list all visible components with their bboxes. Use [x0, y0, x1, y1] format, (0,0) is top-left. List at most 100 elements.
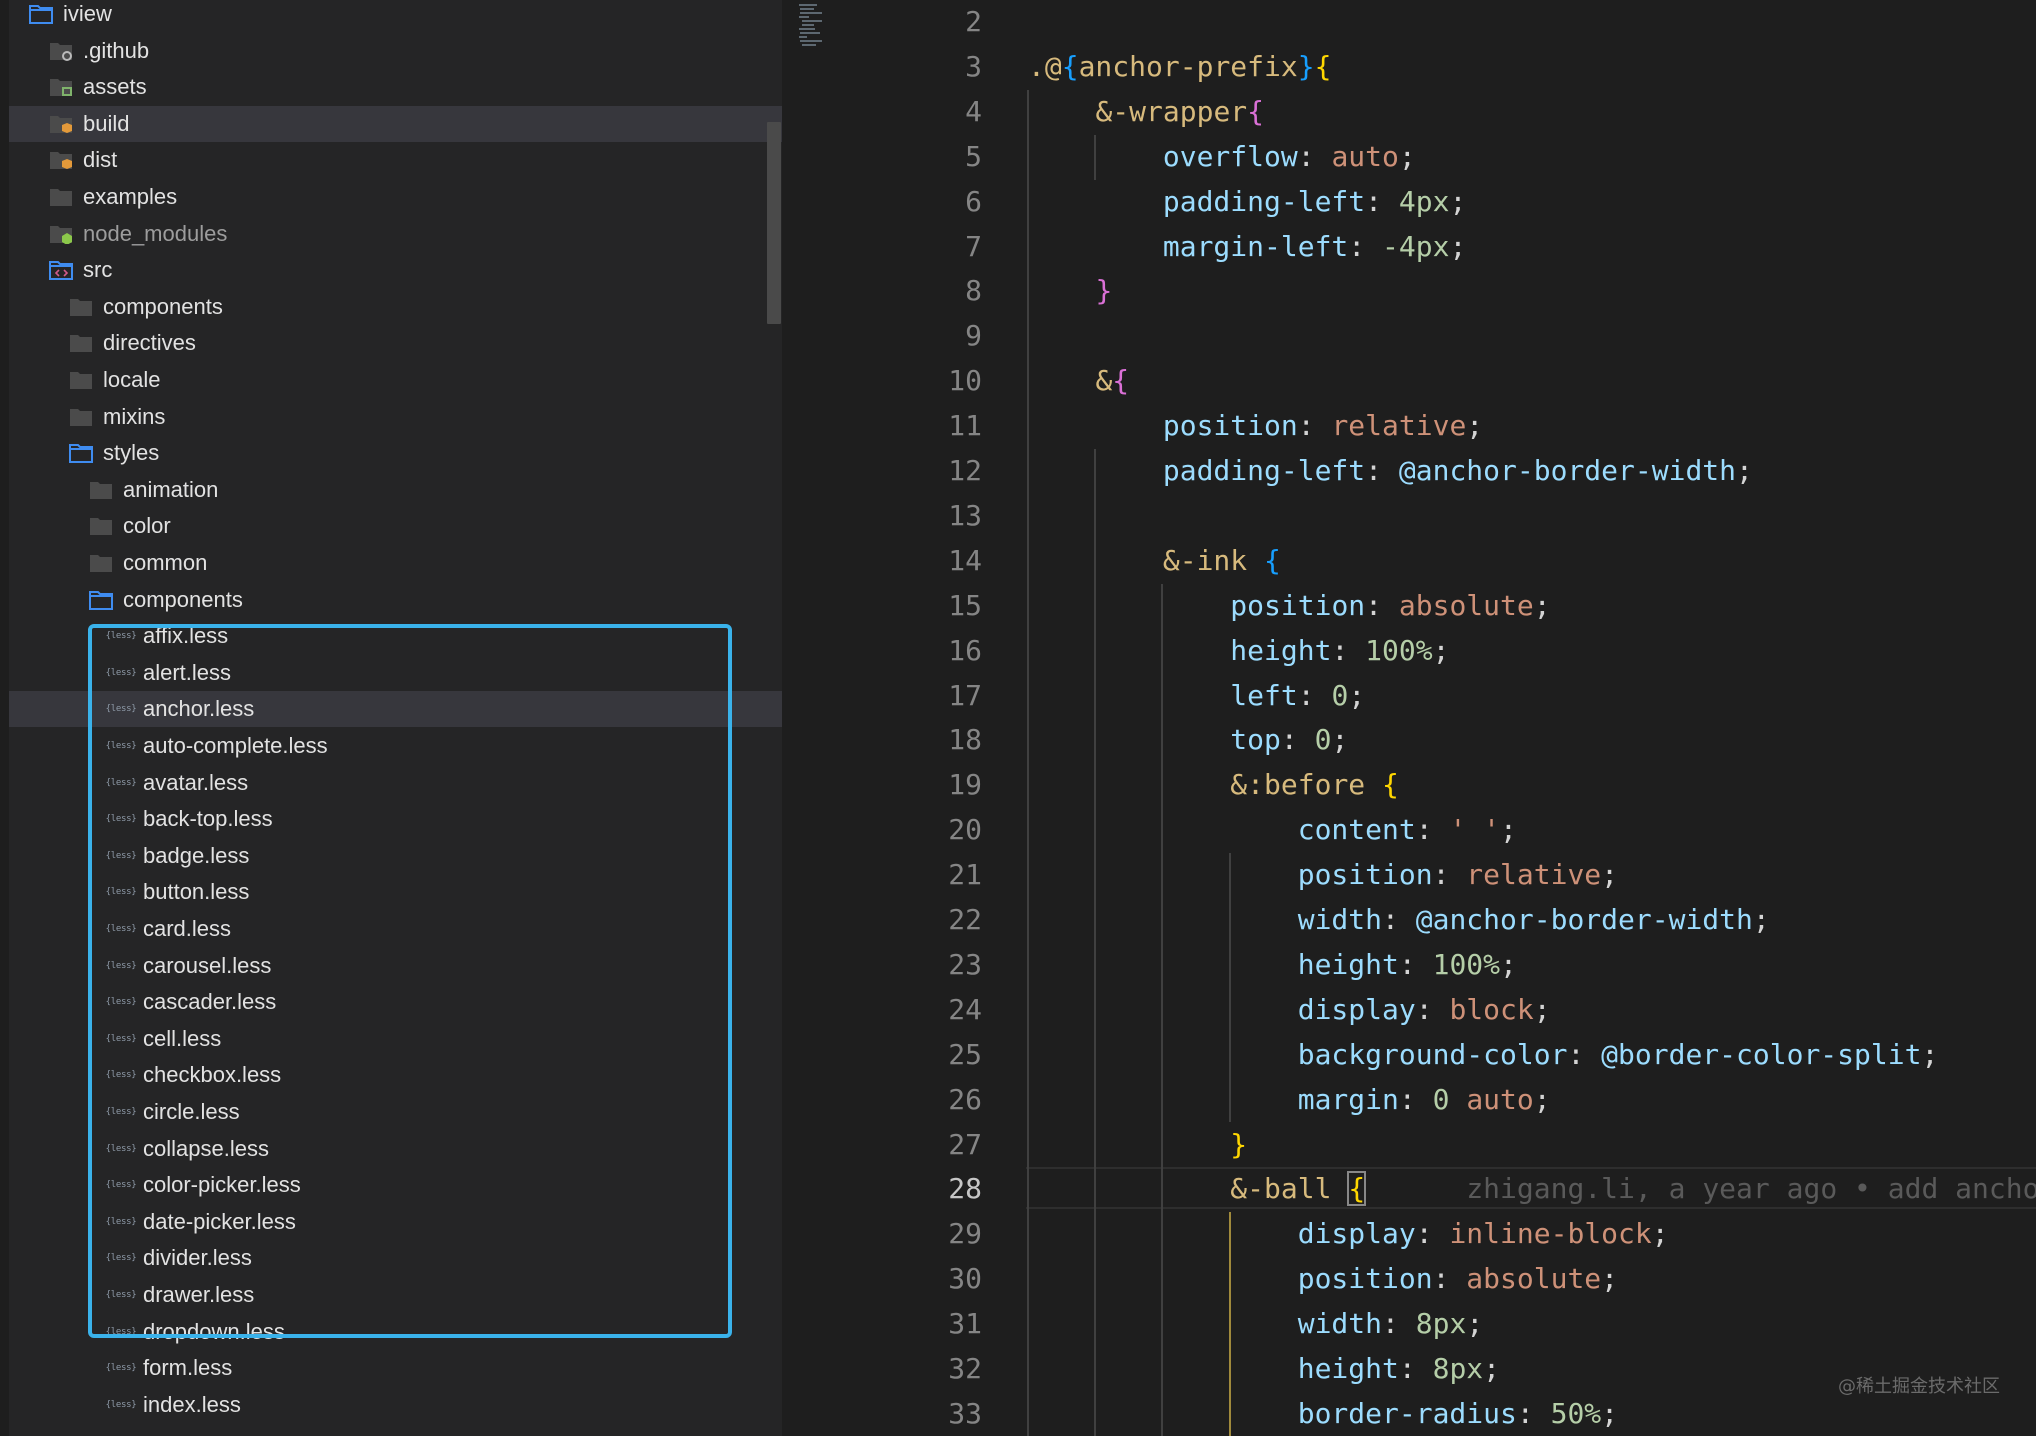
folder-item[interactable]: node_modules — [9, 216, 782, 252]
code-line[interactable]: padding-left: 4px; — [1028, 180, 1466, 225]
file-item[interactable]: {less} checkbox.less — [9, 1057, 782, 1093]
file-item[interactable]: {less} badge.less — [9, 838, 782, 874]
folder-item[interactable]: mixins — [9, 399, 782, 435]
code-token: : — [1382, 903, 1416, 936]
tree-item-label: mixins — [103, 403, 166, 429]
tree-item-label: examples — [83, 184, 178, 209]
code-line[interactable]: .@{anchor-prefix}{ — [1028, 45, 1331, 90]
code-line[interactable]: left: 0; — [1028, 674, 1365, 719]
file-item[interactable]: {less} carousel.less — [9, 948, 782, 984]
code-line[interactable]: height: 100%; — [1028, 943, 1517, 988]
code-line[interactable]: } — [1028, 269, 1112, 314]
folder-item[interactable]: common — [9, 545, 782, 581]
code-token: ; — [1348, 678, 1366, 712]
line-number: 21 — [948, 858, 982, 892]
code-token: { — [1061, 49, 1079, 83]
file-item[interactable]: {less} color-picker.less — [9, 1167, 782, 1203]
code-token: : — [1432, 858, 1467, 892]
file-item[interactable]: {less} divider.less — [9, 1240, 782, 1276]
file-item[interactable]: {less} index.less — [9, 1387, 782, 1423]
code-token: 8px — [1415, 1307, 1467, 1341]
code-line[interactable]: &-ball { zhigang.li, a year ago • add an… — [1028, 1167, 2036, 1212]
file-item[interactable]: {less} affix.less — [9, 618, 782, 654]
code-line[interactable]: height: 100%; — [1028, 629, 1449, 674]
code-line[interactable]: &:before { — [1028, 763, 1399, 808]
folder-item[interactable]: directives — [9, 325, 782, 361]
file-item[interactable]: {less} collapse.less — [9, 1131, 782, 1167]
folder-item[interactable]: .github — [9, 33, 782, 69]
code-line[interactable]: background-color: @border-color-split; — [1028, 1033, 1939, 1078]
code-line[interactable]: padding-left: @anchor-border-width; — [1028, 449, 1753, 494]
code-token: ; — [1533, 588, 1551, 622]
file-item[interactable]: {less} date-picker.less — [9, 1204, 782, 1240]
folder-item[interactable]: components — [9, 582, 782, 618]
code-line[interactable]: top: 0; — [1028, 718, 1348, 763]
folder-item[interactable]: examples — [9, 179, 782, 215]
explorer-scrollbar-thumb[interactable] — [767, 122, 781, 324]
file-item[interactable]: {less} cascader.less — [9, 984, 782, 1020]
file-item[interactable]: {less} auto-complete.less — [9, 728, 782, 764]
code-line[interactable]: display: inline-block; — [1028, 1212, 1669, 1257]
file-item[interactable]: {less} avatar.less — [9, 765, 782, 801]
file-item[interactable]: {less} button.less — [9, 874, 782, 910]
code-token: : — [1415, 1217, 1450, 1251]
less-file-icon: {less} — [106, 734, 137, 758]
code-line[interactable]: margin-left: -4px; — [1028, 225, 1466, 270]
folder-item[interactable]: src — [9, 252, 782, 288]
code-line[interactable]: position: absolute; — [1028, 584, 1551, 629]
less-file-icon: {less} — [106, 954, 137, 978]
folder-item[interactable]: locale — [9, 362, 782, 398]
code-line[interactable]: position: relative; — [1028, 404, 1483, 449]
folder-item[interactable]: dist — [9, 142, 782, 178]
minimap-line — [800, 8, 815, 10]
code-editor[interactable]: 2 3 .@{anchor-prefix}{4 &-wrapper{5 overfl… — [882, 0, 2036, 1436]
code-line[interactable]: position: relative; — [1028, 853, 1618, 898]
minimap[interactable] — [782, 0, 882, 1436]
line-number: 5 — [965, 139, 982, 173]
code-line[interactable]: position: absolute; — [1028, 1257, 1618, 1302]
line-number: 14 — [948, 543, 982, 577]
line-number: 17 — [948, 678, 982, 712]
folder-item[interactable]: animation — [9, 472, 782, 508]
folder-item[interactable]: color — [9, 508, 782, 544]
file-item[interactable]: {less} anchor.less — [9, 691, 782, 728]
code-line[interactable]: overflow: auto; — [1028, 135, 1416, 180]
file-item[interactable]: {less} form.less — [9, 1350, 782, 1386]
code-token: width — [1297, 1307, 1383, 1341]
code-line[interactable]: width: @anchor-border-width; — [1028, 898, 1770, 943]
code-line[interactable]: margin: 0 auto; — [1028, 1078, 1551, 1123]
code-token: ; — [1736, 454, 1753, 487]
less-file-icon: {less} — [106, 1063, 137, 1087]
code-token: &-wrapper — [1095, 94, 1248, 128]
file-item[interactable]: {less} alert.less — [9, 655, 782, 691]
code-token: @anchor-border-width — [1398, 454, 1737, 487]
tree-item-label: alert.less — [143, 659, 232, 685]
file-item[interactable]: {less} drawer.less — [9, 1277, 782, 1313]
file-item[interactable]: {less} card.less — [9, 911, 782, 947]
code-line[interactable]: &-ink { — [1028, 539, 1281, 584]
code-line[interactable]: width: 8px; — [1028, 1302, 1483, 1347]
file-item[interactable]: {less} circle.less — [9, 1094, 782, 1130]
code-line[interactable]: height: 8px; — [1028, 1347, 1500, 1392]
folder-item[interactable]: iview — [9, 0, 782, 32]
code-line[interactable]: border-radius: 50%; — [1028, 1392, 1618, 1436]
file-item[interactable]: {less} dropdown.less — [9, 1314, 782, 1350]
code-line[interactable]: } — [1028, 1123, 1247, 1168]
minimap-line — [799, 36, 808, 38]
folder-item[interactable]: styles — [9, 435, 782, 471]
code-line[interactable]: &-wrapper{ — [1028, 90, 1264, 135]
code-line[interactable]: display: block; — [1028, 988, 1551, 1033]
file-item[interactable]: {less} cell.less — [9, 1021, 782, 1057]
tree-item-label: src — [83, 257, 113, 283]
folder-item[interactable]: build — [9, 105, 782, 142]
code-line[interactable]: &{ — [1028, 359, 1129, 404]
code-token: display — [1297, 1217, 1416, 1251]
less-file-icon: {less} — [106, 844, 137, 868]
folder-item[interactable]: assets — [9, 69, 782, 105]
code-line[interactable]: content: ' '; — [1028, 808, 1517, 853]
folder-item[interactable]: components — [9, 289, 782, 325]
file-item[interactable]: {less} back-top.less — [9, 801, 782, 837]
